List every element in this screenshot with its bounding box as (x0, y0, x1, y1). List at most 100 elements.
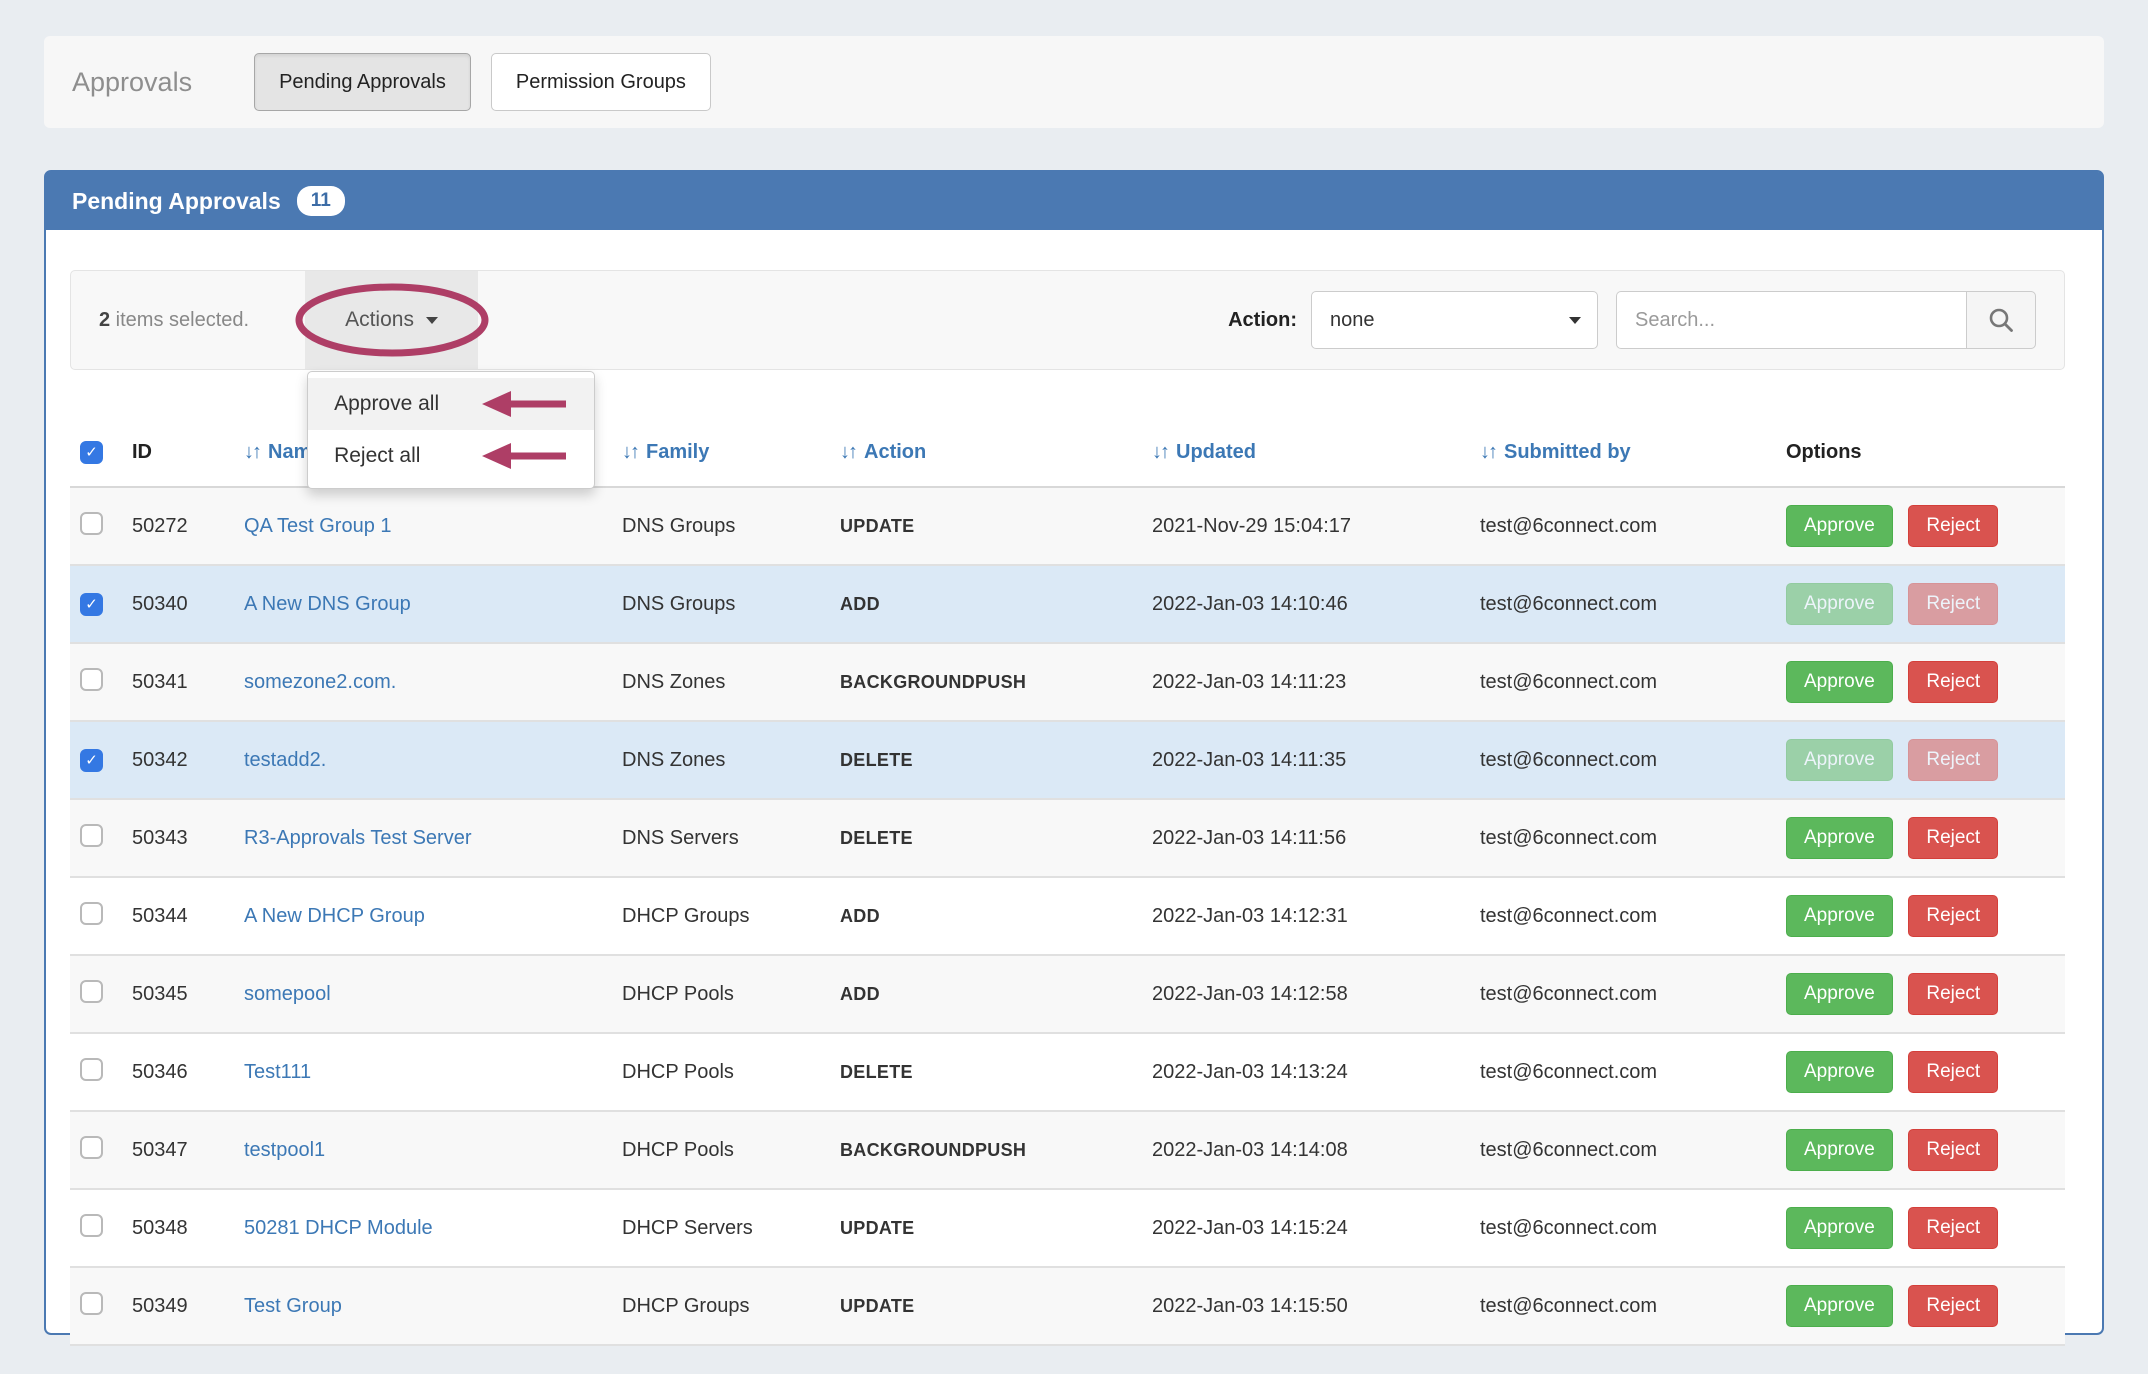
row-updated: 2022-Jan-03 14:11:35 (1142, 721, 1470, 800)
toolbar: 2 items selected. Actions Approve all Re… (70, 270, 2065, 489)
column-header-action[interactable]: ↓↑ Action (830, 420, 1142, 488)
row-name-link[interactable]: A New DHCP Group (244, 905, 425, 927)
row-checkbox[interactable] (80, 1135, 103, 1159)
row-family: DNS Zones (612, 721, 830, 800)
approve-button[interactable]: Approve (1786, 583, 1893, 625)
table-row: 50272 QA Test Group 1 DNS Groups UPDATE … (70, 487, 2065, 566)
column-header-updated[interactable]: ↓↑ Updated (1142, 420, 1470, 488)
approve-button[interactable]: Approve (1786, 1207, 1893, 1249)
row-updated: 2022-Jan-03 14:11:23 (1142, 643, 1470, 722)
reject-button[interactable]: Reject (1908, 661, 1999, 703)
row-checkbox[interactable] (80, 979, 103, 1003)
action-select[interactable]: none (1311, 291, 1598, 349)
row-name-link[interactable]: R3-Approvals Test Server (244, 827, 472, 849)
reject-button[interactable]: Reject (1908, 739, 1999, 781)
row-id: 50344 (122, 877, 234, 956)
actions-menu: Approve all Reject all (307, 371, 596, 489)
approve-button[interactable]: Approve (1786, 739, 1893, 781)
select-all-checkbox[interactable]: ✓ (80, 441, 103, 464)
row-action: DELETE (830, 721, 1142, 800)
row-family: DHCP Servers (612, 1189, 830, 1268)
row-name-link[interactable]: Test Group (244, 1295, 342, 1317)
actions-button[interactable]: Actions (295, 271, 489, 369)
reject-button[interactable]: Reject (1908, 973, 1999, 1015)
reject-button[interactable]: Reject (1908, 895, 1999, 937)
row-action: UPDATE (830, 1189, 1142, 1268)
action-filter-label: Action: (1228, 308, 1297, 331)
row-checkbox[interactable] (80, 667, 103, 691)
row-checkbox[interactable] (80, 511, 103, 535)
table-row: 50347 testpool1 DHCP Pools BACKGROUNDPUS… (70, 1111, 2065, 1190)
approve-button[interactable]: Approve (1786, 505, 1893, 547)
reject-button[interactable]: Reject (1908, 1207, 1999, 1249)
row-family: DNS Groups (612, 565, 830, 644)
row-name-link[interactable]: A New DNS Group (244, 593, 411, 615)
reject-button[interactable]: Reject (1908, 1129, 1999, 1171)
row-id: 50341 (122, 643, 234, 722)
row-action: UPDATE (830, 1267, 1142, 1346)
row-name-link[interactable]: testadd2. (244, 749, 326, 771)
row-name-link[interactable]: Test111 (244, 1061, 311, 1083)
row-checkbox[interactable] (80, 1057, 103, 1081)
sort-icon: ↓↑ (1152, 440, 1170, 463)
row-id: 50346 (122, 1033, 234, 1112)
row-name-link[interactable]: QA Test Group 1 (244, 515, 392, 537)
row-updated: 2022-Jan-03 14:12:31 (1142, 877, 1470, 956)
row-updated: 2022-Jan-03 14:14:08 (1142, 1111, 1470, 1190)
row-family: DHCP Groups (612, 1267, 830, 1346)
row-name-link[interactable]: somepool (244, 983, 331, 1005)
column-header-id: ID (122, 420, 234, 488)
column-header-submitted-by[interactable]: ↓↑ Submitted by (1470, 420, 1776, 488)
approve-button[interactable]: Approve (1786, 1051, 1893, 1093)
row-id: 50340 (122, 565, 234, 644)
reject-button[interactable]: Reject (1908, 1051, 1999, 1093)
row-name-link[interactable]: testpool1 (244, 1139, 325, 1161)
row-checkbox[interactable]: ✓ (80, 749, 103, 772)
row-submitted-by: test@6connect.com (1470, 1111, 1776, 1190)
tab-permission-groups[interactable]: Permission Groups (490, 53, 711, 111)
row-submitted-by: test@6connect.com (1470, 877, 1776, 956)
row-checkbox[interactable] (80, 901, 103, 925)
menu-item-reject-all[interactable]: Reject all (308, 430, 594, 482)
row-name-link[interactable]: somezone2.com. (244, 671, 396, 693)
row-action: DELETE (830, 1033, 1142, 1112)
approve-button[interactable]: Approve (1786, 895, 1893, 937)
reject-button[interactable]: Reject (1908, 817, 1999, 859)
row-submitted-by: test@6connect.com (1470, 643, 1776, 722)
row-id: 50272 (122, 487, 234, 566)
row-checkbox[interactable] (80, 823, 103, 847)
row-submitted-by: test@6connect.com (1470, 487, 1776, 566)
approve-button[interactable]: Approve (1786, 817, 1893, 859)
reject-button[interactable]: Reject (1908, 1285, 1999, 1327)
menu-item-approve-all[interactable]: Approve all (308, 378, 595, 430)
row-submitted-by: test@6connect.com (1470, 799, 1776, 878)
row-checkbox[interactable]: ✓ (80, 593, 103, 616)
table-row: 50349 Test Group DHCP Groups UPDATE 2022… (70, 1267, 2065, 1346)
row-checkbox[interactable] (80, 1291, 103, 1315)
search-input[interactable] (1616, 291, 1966, 349)
sort-icon: ↓↑ (840, 440, 858, 463)
row-id: 50343 (122, 799, 234, 878)
column-header-family[interactable]: ↓↑ Family (612, 420, 830, 488)
panel-header: Pending Approvals 11 (46, 172, 2102, 230)
approve-button[interactable]: Approve (1786, 973, 1893, 1015)
row-action: UPDATE (830, 487, 1142, 566)
approve-button[interactable]: Approve (1786, 1129, 1893, 1171)
row-family: DNS Groups (612, 487, 830, 566)
table-row: 50348 50281 DHCP Module DHCP Servers UPD… (70, 1189, 2065, 1268)
row-id: 50342 (122, 721, 234, 800)
sort-icon: ↓↑ (1480, 440, 1498, 463)
row-checkbox[interactable] (80, 1213, 103, 1237)
approve-button[interactable]: Approve (1786, 1285, 1893, 1327)
reject-button[interactable]: Reject (1908, 583, 1999, 625)
row-updated: 2022-Jan-03 14:12:58 (1142, 955, 1470, 1034)
row-name-link[interactable]: 50281 DHCP Module (244, 1217, 433, 1239)
search-button[interactable] (1966, 291, 2036, 349)
tab-pending-approvals[interactable]: Pending Approvals (254, 53, 471, 111)
sort-icon: ↓↑ (622, 440, 640, 463)
caret-down-icon (425, 316, 438, 324)
sort-icon: ↓↑ (244, 440, 262, 463)
reject-button[interactable]: Reject (1908, 505, 1999, 547)
row-updated: 2022-Jan-03 14:10:46 (1142, 565, 1470, 644)
approve-button[interactable]: Approve (1786, 661, 1893, 703)
